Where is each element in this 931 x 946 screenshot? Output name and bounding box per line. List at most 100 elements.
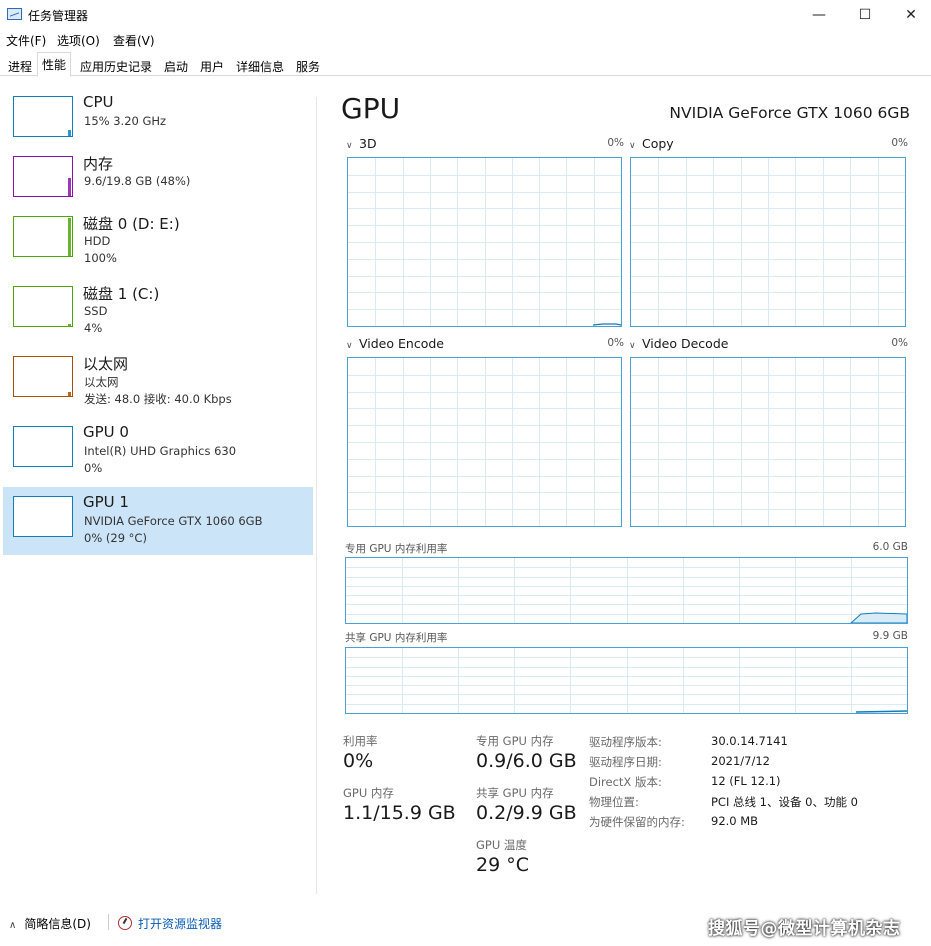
sidebar-item-detail: HDD	[84, 234, 111, 248]
graph-shared-mem	[345, 647, 908, 714]
watermark-text: 搜狐号@微型计算机杂志	[708, 919, 901, 939]
maximize-button[interactable]: ☐	[842, 0, 888, 29]
engine-percent: 0%	[891, 137, 908, 149]
engine-label: Copy	[642, 136, 674, 151]
sidebar-item-7[interactable]: GPU 1 NVIDIA GeForce GTX 1060 6GB 0% (29 °…	[3, 487, 313, 555]
dedicated-mem-label: 专用 GPU 内存利用率	[345, 543, 448, 555]
footer-divider	[108, 914, 109, 930]
sidebar-item-detail-2: 发送: 48.0 接收: 40.0 Kbps	[84, 392, 232, 406]
graph-grid	[631, 158, 905, 326]
engine-selector-3d[interactable]: ∨ 3D	[346, 136, 377, 151]
thumbnail-usage-level	[68, 178, 71, 196]
graph-grid	[346, 558, 907, 623]
sidebar-item-6[interactable]: GPU 0 Intel(R) UHD Graphics 630 0%	[3, 417, 313, 485]
temp-value: 29 °C	[476, 854, 529, 876]
open-resource-monitor-link[interactable]: 打开资源监视器	[118, 915, 222, 932]
usage-trace	[592, 323, 621, 326]
sidebar-item-name: 磁盘 0 (D: E:)	[83, 215, 180, 233]
engine-selector-video-decode[interactable]: ∨ Video Decode	[629, 336, 728, 351]
sidebar-item-5[interactable]: 以太网 以太网 发送: 48.0 接收: 40.0 Kbps	[3, 347, 313, 415]
utilization-label: 利用率	[343, 734, 378, 748]
menu-view[interactable]: 查看(V)	[113, 32, 155, 49]
engine-selector-copy[interactable]: ∨ Copy	[629, 136, 674, 151]
sidebar-item-name: 磁盘 1 (C:)	[83, 285, 160, 303]
temp-label: GPU 温度	[476, 838, 527, 852]
sidebar-item-detail-2: 100%	[84, 251, 117, 265]
resource-monitor-label: 打开资源监视器	[138, 917, 223, 931]
gpu-mem-label: GPU 内存	[343, 786, 394, 800]
sidebar-item-name: GPU 0	[83, 423, 129, 441]
graph-copy	[630, 157, 906, 327]
usage-trace	[855, 710, 907, 713]
sidebar-item-name: 以太网	[83, 355, 129, 373]
menu-options[interactable]: 选项(O)	[57, 32, 100, 49]
graph-grid	[348, 358, 621, 526]
sidebar-item-4[interactable]: 磁盘 1 (C:) SSD 4%	[3, 277, 313, 345]
graph-video-decode	[630, 357, 906, 527]
graph-3d	[347, 157, 622, 327]
gpu-mem-value: 1.1/15.9 GB	[343, 802, 456, 824]
fewer-details-label: 简略信息(D)	[24, 917, 91, 931]
sidebar-thumbnail-graph	[13, 426, 73, 467]
thumbnail-usage-level	[68, 324, 71, 326]
tab-services[interactable]: 服务	[291, 54, 325, 76]
sidebar-thumbnail-graph	[13, 286, 73, 327]
sidebar-thumbnail-graph	[13, 356, 73, 397]
sidebar-item-1[interactable]: CPU 15% 3.20 GHz	[3, 87, 313, 155]
close-button[interactable]: ✕	[888, 0, 931, 29]
menu-file[interactable]: 文件(F)	[6, 32, 46, 49]
tab-processes[interactable]: 进程	[3, 54, 37, 76]
sidebar-item-detail-2: 4%	[84, 321, 103, 335]
page-title: GPU	[341, 92, 401, 125]
tab-performance[interactable]: 性能	[37, 52, 72, 77]
fewer-details-toggle[interactable]: ∧ 简略信息(D)	[9, 915, 91, 932]
sidebar-item-detail: SSD	[84, 304, 108, 318]
sidebar-thumbnail-graph	[13, 216, 73, 257]
thumbnail-usage-level	[68, 392, 71, 396]
graph-video-encode	[347, 357, 622, 527]
tab-users[interactable]: 用户	[195, 54, 229, 76]
info-value: 12 (FL 12.1)	[711, 774, 781, 788]
tab-startup[interactable]: 启动	[159, 54, 193, 76]
title-bar	[0, 0, 931, 29]
window-title: 任务管理器	[28, 9, 89, 23]
sidebar-item-3[interactable]: 磁盘 0 (D: E:) HDD 100%	[3, 207, 313, 275]
sidebar-item-detail: 9.6/19.8 GB (48%)	[84, 174, 191, 188]
sidebar-item-detail: 15% 3.20 GHz	[84, 114, 167, 128]
sidebar-item-detail: Intel(R) UHD Graphics 630	[84, 444, 237, 458]
sidebar-item-detail: NVIDIA GeForce GTX 1060 6GB	[84, 514, 263, 528]
graph-grid	[346, 648, 907, 713]
dedicated-label: 专用 GPU 内存	[476, 734, 554, 748]
graph-dedicated-mem	[345, 557, 908, 624]
engine-percent: 0%	[607, 337, 624, 349]
sidebar-divider	[316, 97, 317, 894]
shared-mem-label: 共享 GPU 内存利用率	[345, 632, 448, 644]
sidebar-item-name: GPU 1	[83, 493, 129, 511]
info-value: 92.0 MB	[711, 814, 759, 828]
engine-label: Video Encode	[359, 336, 444, 351]
sidebar-thumbnail-graph	[13, 496, 73, 537]
engine-selector-video-encode[interactable]: ∨ Video Encode	[346, 336, 444, 351]
shared-mem-max: 9.9 GB	[872, 630, 908, 642]
sidebar-item-detail: 以太网	[84, 375, 119, 389]
info-value: 2021/7/12	[711, 754, 770, 768]
graph-grid	[631, 358, 905, 526]
tab-app-history[interactable]: 应用历史记录	[75, 54, 157, 76]
info-label: 驱动程序日期:	[589, 755, 662, 769]
thumbnail-usage-level	[68, 218, 71, 256]
chevron-up-icon: ∧	[9, 920, 17, 931]
minimize-button[interactable]: —	[796, 0, 842, 29]
shared-label: 共享 GPU 内存	[476, 786, 554, 800]
sidebar-item-name: CPU	[83, 93, 114, 111]
tab-details[interactable]: 详细信息	[231, 54, 289, 76]
info-value: 30.0.14.7141	[711, 734, 788, 748]
dedicated-value: 0.9/6.0 GB	[476, 750, 577, 772]
shared-value: 0.2/9.9 GB	[476, 802, 577, 824]
dedicated-mem-max: 6.0 GB	[872, 541, 908, 553]
info-value: PCI 总线 1、设备 0、功能 0	[711, 795, 858, 809]
info-label: 物理位置:	[589, 795, 639, 809]
sidebar-item-2[interactable]: 内存 9.6/19.8 GB (48%)	[3, 147, 313, 215]
engine-percent: 0%	[891, 337, 908, 349]
gpu-model-name: NVIDIA GeForce GTX 1060 6GB	[669, 104, 910, 122]
info-label: 为硬件保留的内存:	[589, 815, 685, 829]
